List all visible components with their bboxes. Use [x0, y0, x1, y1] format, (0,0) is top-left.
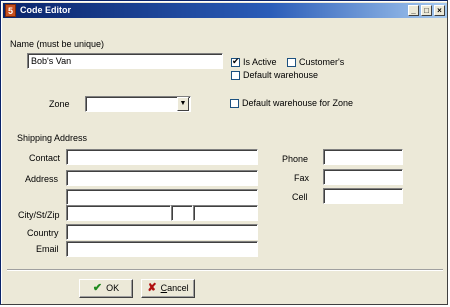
title-bar[interactable]: 5 Code Editor _ □ ×: [3, 3, 447, 18]
email-label: Email: [36, 244, 59, 254]
cancel-button-label: ancel: [167, 283, 189, 293]
window-title: Code Editor: [20, 5, 71, 15]
customers-checkbox[interactable]: [287, 58, 296, 67]
name-input[interactable]: Bob's Van: [27, 53, 223, 69]
phone-input[interactable]: [323, 149, 403, 165]
contact-label: Contact: [29, 153, 61, 163]
shipping-address-heading: Shipping Address: [17, 133, 88, 143]
button-bar-divider: [7, 269, 443, 271]
city-st-zip-label: City/St/Zip: [18, 210, 60, 220]
ok-button[interactable]: ✔ OK: [79, 279, 133, 298]
x-icon: ✘: [147, 282, 157, 294]
zone-label: Zone: [49, 99, 70, 109]
default-warehouse-zone-label: Default warehouse for Zone: [242, 98, 354, 108]
name-label: Name (must be unique): [10, 39, 105, 49]
cell-label: Cell: [292, 192, 308, 202]
is-active-label: Is Active: [243, 57, 277, 67]
minimize-button[interactable]: _: [408, 5, 419, 16]
fax-label: Fax: [294, 173, 310, 183]
maximize-button[interactable]: □: [421, 5, 432, 16]
close-button[interactable]: ×: [434, 5, 445, 16]
default-warehouse-checkbox[interactable]: [231, 71, 240, 80]
zone-dropdown[interactable]: [85, 96, 191, 112]
cancel-button[interactable]: ✘ Cancel: [141, 279, 195, 298]
phone-label: Phone: [282, 154, 309, 164]
customers-label: Customer's: [299, 57, 345, 67]
default-warehouse-label: Default warehouse: [243, 70, 319, 80]
cell-input[interactable]: [323, 188, 403, 204]
contact-input[interactable]: [66, 149, 258, 165]
address-label: Address: [25, 174, 59, 184]
chevron-down-icon[interactable]: ▼: [177, 97, 189, 111]
default-warehouse-zone-checkbox[interactable]: [230, 99, 239, 108]
ok-button-label: OK: [106, 283, 120, 293]
checkmark-icon: ✔: [92, 282, 103, 294]
is-active-checkbox[interactable]: [231, 56, 240, 67]
country-label: Country: [27, 228, 59, 238]
country-input[interactable]: [66, 224, 258, 240]
state-input[interactable]: [171, 205, 193, 221]
address-line1-input[interactable]: [66, 170, 258, 186]
fax-input[interactable]: [323, 169, 403, 185]
city-input[interactable]: [66, 205, 171, 221]
app-icon: 5: [5, 4, 16, 17]
address-line2-input[interactable]: [66, 189, 258, 205]
code-editor-window: 5 Code Editor _ □ × Name (must be unique…: [0, 0, 448, 305]
zip-input[interactable]: [193, 205, 258, 221]
email-input[interactable]: [66, 241, 258, 257]
